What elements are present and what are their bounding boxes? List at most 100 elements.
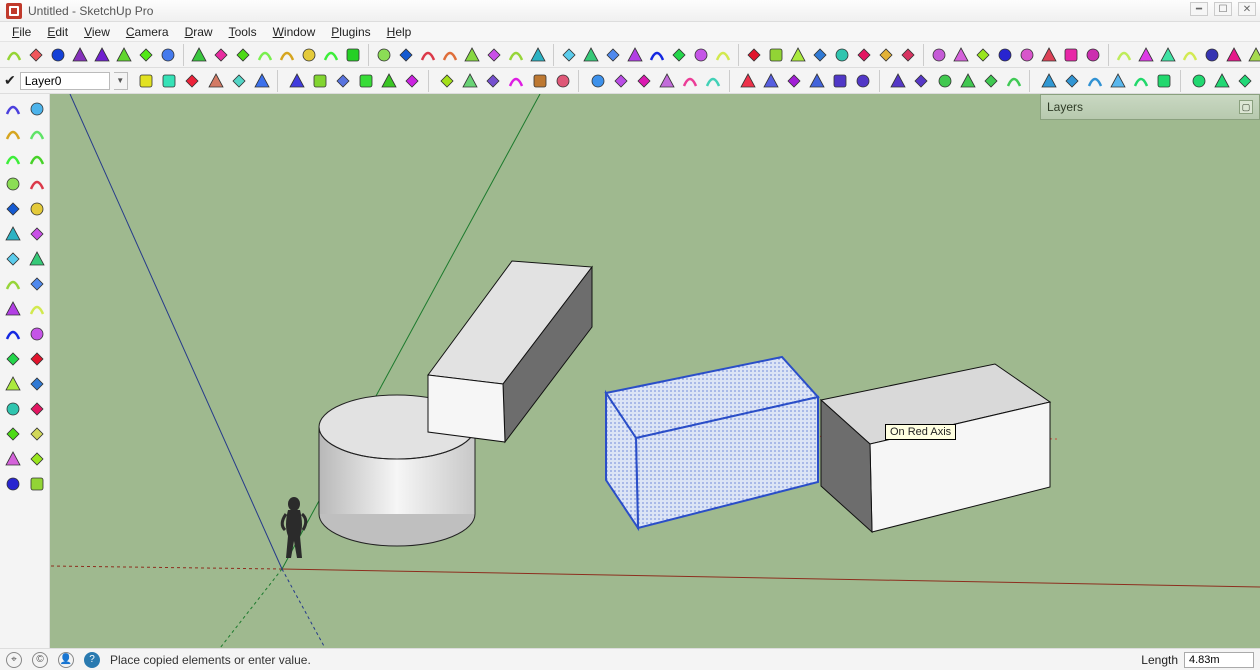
unhide-button[interactable] [211,44,231,66]
follow-me-button[interactable] [506,44,526,66]
protractor-button[interactable] [647,44,667,66]
hide-button[interactable] [189,44,209,66]
skin-button[interactable] [1180,44,1200,66]
erase-button[interactable] [114,44,134,66]
match-photo-button[interactable] [552,70,573,92]
solid1-button[interactable] [934,70,955,92]
instructor-button[interactable] [402,70,423,92]
dc1-button[interactable] [1038,70,1059,92]
soften-button[interactable] [587,70,608,92]
outliner-button[interactable] [379,70,400,92]
solid4-button[interactable] [1003,70,1024,92]
status-geo-icon[interactable]: ⌖ [6,652,22,668]
section-tool[interactable] [26,473,47,495]
axes-tool[interactable] [2,348,23,370]
circle-tool[interactable] [2,173,23,195]
components-button[interactable] [437,70,458,92]
add-location-button[interactable] [702,70,723,92]
paint-button[interactable] [251,70,272,92]
pan-button[interactable] [810,44,830,66]
move-tool[interactable] [2,248,23,270]
redo-button[interactable] [26,44,46,66]
ruby-button[interactable] [1108,70,1129,92]
photo-textures-button[interactable] [784,70,805,92]
hidden-line-button[interactable] [1083,44,1103,66]
freehand-tool[interactable] [26,198,47,220]
zoom-window-tool[interactable] [26,398,47,420]
layer-dropdown-button[interactable]: ▼ [114,72,128,90]
materials-button[interactable] [332,70,353,92]
rotated-rect-button[interactable] [343,44,363,66]
select-all-button[interactable] [255,44,275,66]
pie-button[interactable] [462,44,482,66]
undo-button[interactable] [4,44,24,66]
sandbox2-button[interactable] [853,70,874,92]
monochrome-button[interactable] [1158,44,1178,66]
share-button[interactable] [656,70,677,92]
look-around-button[interactable] [973,44,993,66]
menu-camera[interactable]: Camera [120,23,175,41]
push-pull-tool[interactable] [26,223,47,245]
copy-button[interactable] [70,44,90,66]
tag-button[interactable] [309,70,330,92]
solid2-button[interactable] [957,70,978,92]
previous-button[interactable] [898,44,918,66]
xray-button[interactable] [1017,44,1037,66]
shaded-button[interactable] [1114,44,1134,66]
ext5-button[interactable] [1235,70,1256,92]
tape-button[interactable] [625,44,645,66]
menu-help[interactable]: Help [381,23,418,41]
ext2-button[interactable] [1154,70,1175,92]
shadows-button[interactable] [506,70,527,92]
tape-tool[interactable] [2,298,23,320]
freehand-button[interactable] [299,44,319,66]
building-maker-button[interactable] [807,70,828,92]
pan-tool[interactable] [26,373,47,395]
sandbox3-button[interactable] [888,70,909,92]
offset-tool[interactable] [2,223,23,245]
pencil-tool[interactable] [26,148,47,170]
dc2-button[interactable] [1061,70,1082,92]
orbit-button[interactable] [788,44,808,66]
paint-bucket-tool[interactable] [26,98,47,120]
fog-button[interactable] [529,70,550,92]
menu-tools[interactable]: Tools [223,23,263,41]
zoom-extents-tool[interactable] [2,423,23,445]
offset-button[interactable] [528,44,548,66]
layer-vis-button[interactable] [136,70,157,92]
sandbox1-button[interactable] [830,70,851,92]
terrain-button[interactable] [761,70,782,92]
component-button[interactable] [158,44,178,66]
rectangle-button[interactable] [321,44,341,66]
walk-tool[interactable] [2,473,23,495]
push-pull-button[interactable] [484,44,504,66]
warehouse-button[interactable] [610,70,631,92]
menu-window[interactable]: Window [267,23,322,41]
layers-panel-close-icon[interactable]: ▢ [1239,100,1253,114]
geo-button[interactable] [679,70,700,92]
look-around-tool[interactable] [26,448,47,470]
zoom-tool[interactable] [2,398,23,420]
wireframe-button[interactable] [1061,44,1081,66]
front-button[interactable] [182,70,203,92]
right-button[interactable] [205,70,226,92]
zoom-extents-button[interactable] [233,44,253,66]
follow-me-tool[interactable] [2,273,23,295]
sample-button[interactable] [286,70,307,92]
menu-file[interactable]: File [6,23,37,41]
axes-button[interactable] [669,44,689,66]
shaded-tex-button[interactable] [1136,44,1156,66]
3d-text-tool[interactable] [26,348,47,370]
entity-info-button[interactable] [355,70,376,92]
ext1-button[interactable] [1131,70,1152,92]
2pt-arc-button[interactable] [440,44,460,66]
rotate-button[interactable] [581,44,601,66]
menu-edit[interactable]: Edit [41,23,74,41]
dimension-tool[interactable] [26,323,47,345]
menu-plugins[interactable]: Plugins [325,23,376,41]
prev-scene-button[interactable] [1246,44,1260,66]
styles-button[interactable] [483,70,504,92]
position-camera-tool[interactable] [2,448,23,470]
iso-button[interactable] [159,70,180,92]
maximize-button[interactable]: ☐ [1214,2,1232,16]
